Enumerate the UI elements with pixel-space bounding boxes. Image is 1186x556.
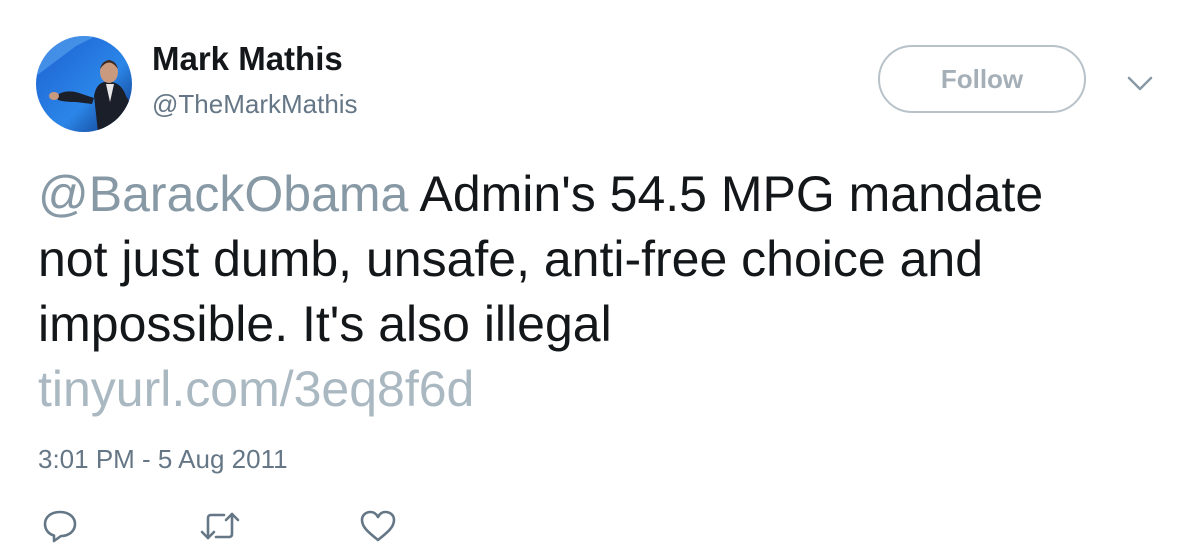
chevron-down-icon[interactable] xyxy=(1126,72,1154,96)
tweet-text: @BarackObama Admin's 54.5 MPG mandate no… xyxy=(38,162,1168,422)
retweet-icon[interactable] xyxy=(198,508,240,544)
tweet-card: Mark Mathis @TheMarkMathis Follow @Barac… xyxy=(0,0,1186,556)
reply-icon[interactable] xyxy=(40,508,80,544)
tweet-text-line1: Admin's 54.5 MPG mandate xyxy=(408,166,1044,222)
timestamp[interactable]: 3:01 PM - 5 Aug 2011 xyxy=(38,444,288,475)
avatar[interactable] xyxy=(36,36,132,132)
like-icon[interactable] xyxy=(358,508,398,544)
follow-button[interactable]: Follow xyxy=(878,45,1086,113)
tweet-text-line2: not just dumb, unsafe, anti-free choice … xyxy=(38,231,984,287)
display-name[interactable]: Mark Mathis xyxy=(152,40,343,78)
tweet-text-line3: impossible. It's also illegal xyxy=(38,296,612,352)
user-handle[interactable]: @TheMarkMathis xyxy=(152,89,358,120)
mention-link[interactable]: @BarackObama xyxy=(38,166,408,222)
url-link[interactable]: tinyurl.com/3eq8f6d xyxy=(38,357,1168,422)
